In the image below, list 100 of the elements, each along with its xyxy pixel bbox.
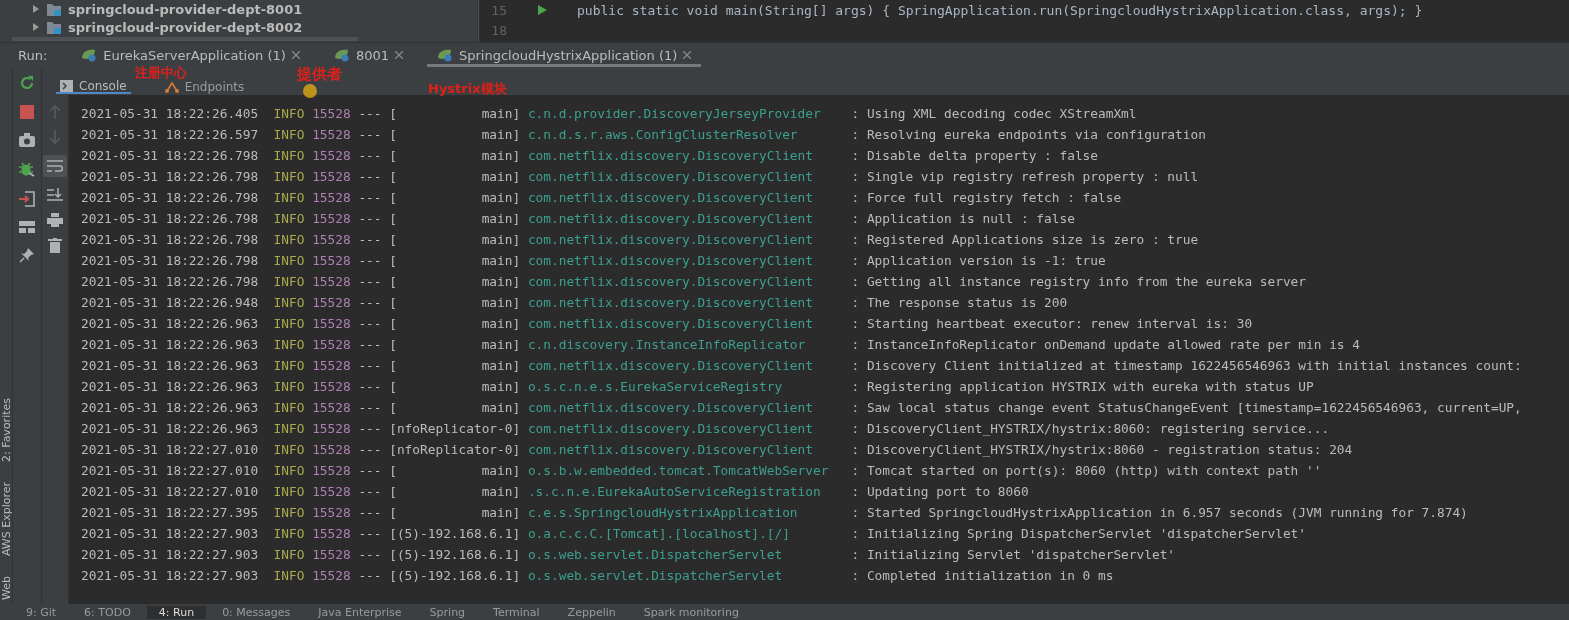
close-icon[interactable] bbox=[291, 51, 300, 59]
log-separator: --- bbox=[358, 337, 382, 352]
log-message: : Force full registry fetch : false bbox=[851, 190, 1122, 205]
soft-wrap-button[interactable] bbox=[43, 155, 67, 177]
log-level: INFO bbox=[273, 526, 305, 541]
log-separator: --- bbox=[358, 379, 382, 394]
trash-icon[interactable] bbox=[48, 238, 62, 253]
log-level: INFO bbox=[273, 337, 305, 352]
log-separator: --- bbox=[358, 484, 382, 499]
log-level: INFO bbox=[273, 400, 305, 415]
tool-window-label[interactable]: AWS Explorer bbox=[0, 481, 12, 556]
log-separator: --- bbox=[358, 526, 382, 541]
run-label: Run: bbox=[17, 46, 49, 65]
logger-name: com.netflix.discovery.DiscoveryClient bbox=[527, 274, 814, 289]
tool-window-tab[interactable]: 0: Messages bbox=[210, 605, 303, 619]
collapsed-arrow-icon[interactable] bbox=[32, 23, 40, 31]
process-id: 15528 bbox=[312, 379, 351, 394]
code-line: public static void main(String[] args) { SpringApplication.run(SpringcloudHystrixApplication.class, args); } bbox=[577, 2, 1423, 18]
log-separator: --- bbox=[358, 442, 382, 457]
logger-name: c.n.d.s.r.aws.ConfigClusterResolver bbox=[527, 127, 799, 142]
annotation-text: 注册中心 bbox=[135, 66, 187, 79]
log-level: INFO bbox=[273, 169, 305, 184]
log-level: INFO bbox=[273, 232, 305, 247]
thread-name: [ main] bbox=[389, 169, 521, 184]
thread-name: [ main] bbox=[389, 316, 521, 331]
log-level: INFO bbox=[273, 127, 305, 142]
logger-name: c.e.s.SpringcloudHystrixApplication bbox=[527, 505, 799, 520]
run-tab[interactable]: EurekaServerApplication (1) bbox=[71, 43, 310, 67]
pin-icon[interactable] bbox=[19, 247, 35, 263]
log-message: : Tomcat started on port(s): 8060 (http) with context path '' bbox=[851, 463, 1322, 478]
log-message: : Discovery Client initialized at timestamp 1622456546963 with initial instances count: bbox=[851, 358, 1522, 373]
tool-window-tab[interactable]: 4: Run bbox=[146, 605, 207, 619]
log-message: : Resolving eureka endpoints via configuration bbox=[851, 127, 1206, 142]
tool-window-tab[interactable]: Spring bbox=[417, 605, 478, 619]
endpoints-tab[interactable]: Endpoints bbox=[160, 80, 249, 94]
rerun-icon[interactable] bbox=[19, 75, 35, 91]
process-id: 15528 bbox=[312, 358, 351, 373]
process-id: 15528 bbox=[312, 442, 351, 457]
log-timestamp: 2021-05-31 18:22:27.010 bbox=[81, 484, 259, 499]
bug-icon[interactable] bbox=[19, 161, 35, 177]
thread-name: [ main] bbox=[389, 274, 521, 289]
process-id: 15528 bbox=[312, 148, 351, 163]
login-icon[interactable] bbox=[19, 191, 35, 207]
log-separator: --- bbox=[358, 421, 382, 436]
print-icon[interactable] bbox=[47, 213, 63, 227]
line-number: 18 bbox=[490, 22, 507, 38]
collapsed-arrow-icon[interactable] bbox=[32, 5, 40, 13]
layout-icon[interactable] bbox=[19, 221, 35, 233]
module-folder-icon bbox=[47, 2, 61, 16]
process-id: 15528 bbox=[312, 316, 351, 331]
process-id: 15528 bbox=[312, 211, 351, 226]
tool-window-tab[interactable]: Java Enterprise bbox=[306, 605, 414, 619]
log-level: INFO bbox=[273, 211, 305, 226]
annotation-text: Hystrix模块 bbox=[428, 80, 507, 98]
logger-name: o.s.c.n.e.s.EurekaServiceRegistry bbox=[527, 379, 784, 394]
log-timestamp: 2021-05-31 18:22:26.963 bbox=[81, 316, 259, 331]
run-gutter-icon[interactable] bbox=[537, 5, 547, 15]
tool-window-tab[interactable]: Spark monitoring bbox=[631, 605, 751, 619]
log-separator: --- bbox=[358, 316, 382, 331]
log-separator: --- bbox=[358, 211, 382, 226]
spring-app-icon bbox=[333, 48, 350, 62]
thread-name: [(5)-192.168.6.1] bbox=[389, 526, 521, 541]
log-separator: --- bbox=[358, 568, 382, 583]
process-id: 15528 bbox=[312, 505, 351, 520]
tool-window-tab[interactable]: 9: Git bbox=[14, 605, 69, 619]
console-tab[interactable]: Console bbox=[56, 80, 131, 94]
log-separator: --- bbox=[358, 400, 382, 415]
log-message: : Application is null : false bbox=[851, 211, 1075, 226]
thread-name: [(5)-192.168.6.1] bbox=[389, 568, 521, 583]
tool-window-label[interactable]: 2: Favorites bbox=[0, 398, 12, 462]
run-tab[interactable]: 8001 bbox=[323, 43, 413, 67]
tool-window-label[interactable]: Web bbox=[0, 576, 12, 600]
module-name[interactable]: springcloud-provider-dept-8001 bbox=[68, 1, 303, 17]
logger-name: com.netflix.discovery.DiscoveryClient bbox=[527, 232, 814, 247]
line-number: 15 bbox=[490, 2, 507, 18]
scroll-to-end-icon[interactable] bbox=[47, 188, 63, 202]
camera-icon[interactable] bbox=[19, 133, 35, 147]
module-name[interactable]: springcloud-provider-dept-8002 bbox=[68, 19, 303, 35]
log-message: : Completed initialization in 0 ms bbox=[851, 568, 1114, 583]
logger-name: com.netflix.discovery.DiscoveryClient bbox=[527, 148, 814, 163]
log-message: : DiscoveryClient_HYSTRIX/hystrix:8060: registering service... bbox=[851, 421, 1330, 436]
log-timestamp: 2021-05-31 18:22:26.798 bbox=[81, 253, 259, 268]
thread-name: [ main] bbox=[389, 379, 521, 394]
tool-window-tab[interactable]: Zeppelin bbox=[555, 605, 628, 619]
thread-name: [ main] bbox=[389, 106, 521, 121]
thread-name: [nfoReplicator-0] bbox=[389, 421, 521, 436]
thread-name: [ main] bbox=[389, 127, 521, 142]
close-icon[interactable] bbox=[395, 51, 403, 59]
close-icon[interactable] bbox=[683, 51, 692, 59]
log-timestamp: 2021-05-31 18:22:27.010 bbox=[81, 442, 259, 457]
soft-wrap-icon bbox=[47, 160, 63, 172]
spring-app-icon bbox=[437, 48, 453, 62]
process-id: 15528 bbox=[312, 421, 351, 436]
log-message: : Started SpringcloudHystrixApplication in 6.957 seconds (JVM running for 7.874) bbox=[851, 505, 1468, 520]
log-timestamp: 2021-05-31 18:22:26.597 bbox=[81, 127, 259, 142]
tool-window-tab[interactable]: 6: TODO bbox=[72, 605, 143, 619]
process-id: 15528 bbox=[312, 232, 351, 247]
tool-window-tab[interactable]: Terminal bbox=[481, 605, 552, 619]
log-level: INFO bbox=[273, 505, 305, 520]
log-separator: --- bbox=[358, 127, 382, 142]
